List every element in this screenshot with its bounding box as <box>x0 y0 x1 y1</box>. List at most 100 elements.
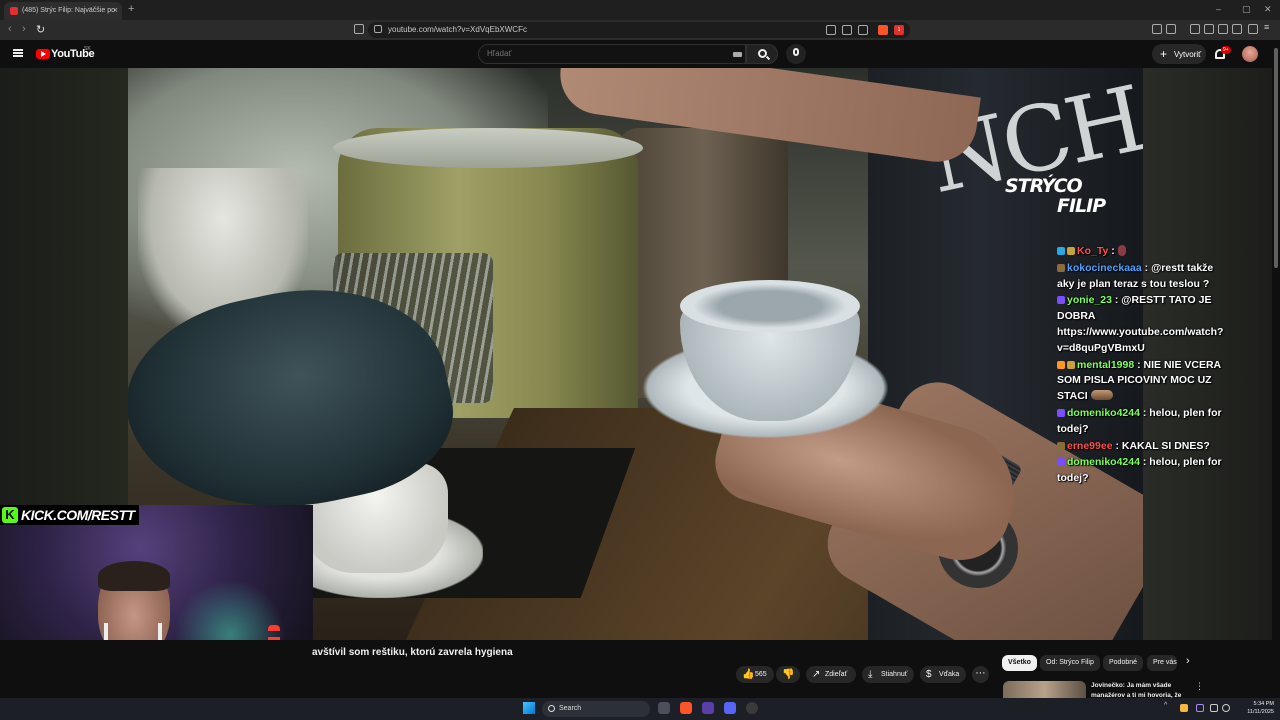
account-avatar[interactable] <box>1242 46 1258 62</box>
obs-icon[interactable] <box>702 702 714 714</box>
browser-tab[interactable]: (485) Strýc Filip: Najväčšie po × <box>4 2 122 20</box>
rewards-icon[interactable]: 1 <box>894 25 904 35</box>
tab-title: (485) Strýc Filip: Najväčšie po <box>22 7 115 14</box>
hamburger-menu-icon[interactable] <box>13 49 23 57</box>
address-bar[interactable]: youtube.com/watch?v=XdVqEbXWCFc 1 <box>368 22 910 38</box>
new-tab-button[interactable]: + <box>128 3 134 15</box>
clock-date: 11/11/2025 <box>1247 709 1274 715</box>
more-actions-button[interactable]: ⋯ <box>972 666 989 683</box>
translate-icon[interactable] <box>842 25 852 35</box>
close-window-button[interactable]: ✕ <box>1264 4 1272 15</box>
chat-username[interactable]: domeniko4244 <box>1067 407 1140 419</box>
chat-badge-icon <box>1067 360 1075 369</box>
chat-message: erne99ee : KAKAL SI DNES? <box>1057 439 1227 455</box>
chat-username[interactable]: erne99ee <box>1067 440 1113 452</box>
like-count: 565 <box>755 671 767 678</box>
share-button[interactable]: ↗ Zdieľať <box>806 666 856 683</box>
url-text: youtube.com/watch?v=XdVqEbXWCFc <box>388 25 527 34</box>
ai-icon[interactable] <box>1232 24 1242 34</box>
sidebar-icon[interactable] <box>1204 24 1214 34</box>
minimize-button[interactable]: – <box>1216 4 1221 14</box>
channel-watermark: STRÝCO FILIP <box>1005 176 1106 217</box>
reload-button[interactable]: ↻ <box>36 23 45 36</box>
recommended-menu-icon[interactable]: ⋮ <box>1195 681 1204 692</box>
chat-username[interactable]: mental1998 <box>1077 359 1134 371</box>
volume-icon[interactable] <box>1222 704 1230 712</box>
thanks-button[interactable]: $ Vďaka <box>920 666 966 683</box>
chat-username[interactable]: Ko_Ty <box>1077 245 1108 257</box>
reader-icon[interactable] <box>1166 24 1176 34</box>
site-info-icon[interactable] <box>374 25 382 33</box>
tray-display-icon[interactable] <box>1210 704 1218 712</box>
tray-app-icon[interactable] <box>1180 704 1188 712</box>
chat-username[interactable]: yonie_23 <box>1067 294 1112 306</box>
thumbs-down-icon: 👎 <box>782 669 795 680</box>
system-clock[interactable]: 5:34 PM 11/11/2025 <box>1234 700 1274 716</box>
discord-icon[interactable] <box>724 702 736 714</box>
chevron-right-icon[interactable]: › <box>1186 655 1190 667</box>
back-button[interactable]: ‹ <box>8 23 12 35</box>
held-cup-rim <box>680 280 860 332</box>
video-title: avštívil som reštiku, ktorú zavrela hygi… <box>312 647 513 658</box>
create-button[interactable]: + Vytvoriť <box>1152 44 1206 64</box>
task-view-icon[interactable] <box>658 702 670 714</box>
coffee-urn-lid <box>333 128 643 168</box>
search-icon <box>758 49 767 58</box>
download-icon: ⤓ <box>868 669 873 680</box>
brave-browser-icon[interactable] <box>680 702 692 714</box>
forward-button[interactable]: › <box>22 23 26 35</box>
chat-badge-icon <box>1057 247 1065 255</box>
tray-mic-icon[interactable] <box>1196 704 1204 712</box>
download-button[interactable]: ⤓ Stiahnuť <box>862 666 914 683</box>
search-button[interactable] <box>746 44 778 64</box>
search-icon <box>548 705 555 712</box>
youtube-logo-icon[interactable] <box>36 49 50 59</box>
browser-tab-bar: (485) Strýc Filip: Najväčšie po × + – ▢ … <box>0 0 1280 20</box>
taskbar-search[interactable]: Search <box>542 701 650 717</box>
music-icon[interactable] <box>1190 24 1200 34</box>
kick-channel-tag: K KICK.COM/RESTT <box>0 505 139 525</box>
microphone-icon <box>793 48 799 56</box>
maximize-button[interactable]: ▢ <box>1242 4 1251 15</box>
extensions-icon[interactable] <box>1152 24 1162 34</box>
keyboard-icon[interactable] <box>733 52 742 57</box>
share-page-icon[interactable] <box>858 25 868 35</box>
chat-message: kokocineckaaa : @restt takže aky je plan… <box>1057 261 1214 290</box>
share-label: Zdieľať <box>825 671 848 678</box>
kick-url: KICK.COM/RESTT <box>21 507 135 523</box>
windows-start-icon[interactable] <box>523 702 535 714</box>
scrollbar-thumb[interactable] <box>1274 48 1278 268</box>
page-scrollbar[interactable] <box>1272 40 1280 698</box>
cast-icon[interactable] <box>826 25 836 35</box>
dislike-button[interactable]: 👎 <box>776 666 800 683</box>
notifications-badge: 9+ <box>1221 46 1231 54</box>
chat-badge-icon <box>1057 360 1065 369</box>
app-icon[interactable] <box>746 702 758 714</box>
bookmark-icon[interactable] <box>354 24 364 34</box>
kick-logo-icon: K <box>2 507 18 523</box>
chip-for-you[interactable]: Pre vás <box>1147 655 1177 671</box>
youtube-header: YouTube SK + Vytvoriť 9+ <box>0 40 1280 68</box>
plus-icon: + <box>1160 47 1168 61</box>
search-input[interactable] <box>487 49 727 58</box>
youtube-favicon-icon <box>10 7 18 15</box>
chat-username[interactable]: kokocineckaaa <box>1067 262 1142 274</box>
chip-all[interactable]: Všetko <box>1002 655 1037 671</box>
watermark-line2: FILIP <box>1057 195 1106 217</box>
wallet-icon[interactable] <box>1218 24 1228 34</box>
vpn-icon[interactable] <box>1248 24 1258 34</box>
thanks-label: Vďaka <box>939 671 960 678</box>
tray-overflow-icon[interactable]: ^ <box>1164 702 1172 710</box>
chat-badge-icon <box>1057 441 1065 450</box>
like-button[interactable]: 👍 565 <box>736 666 774 683</box>
voice-search-button[interactable] <box>786 44 806 64</box>
streamer-hair <box>98 561 170 591</box>
chip-channel[interactable]: Od: Strýco Filip <box>1040 655 1100 671</box>
chat-username[interactable]: domeniko4244 <box>1067 456 1140 468</box>
stream-chat-overlay: Ko_Ty : kokocineckaaa : @restt takže aky… <box>1057 244 1227 488</box>
browser-menu-icon[interactable]: ≡ <box>1264 22 1274 32</box>
recommended-title[interactable]: Jovinečko: Ja mám všade manažérov a ti m… <box>1091 681 1191 699</box>
chip-similar[interactable]: Podobné <box>1103 655 1144 671</box>
brave-shields-icon[interactable] <box>878 25 888 35</box>
tab-close-icon[interactable]: × <box>113 5 118 15</box>
